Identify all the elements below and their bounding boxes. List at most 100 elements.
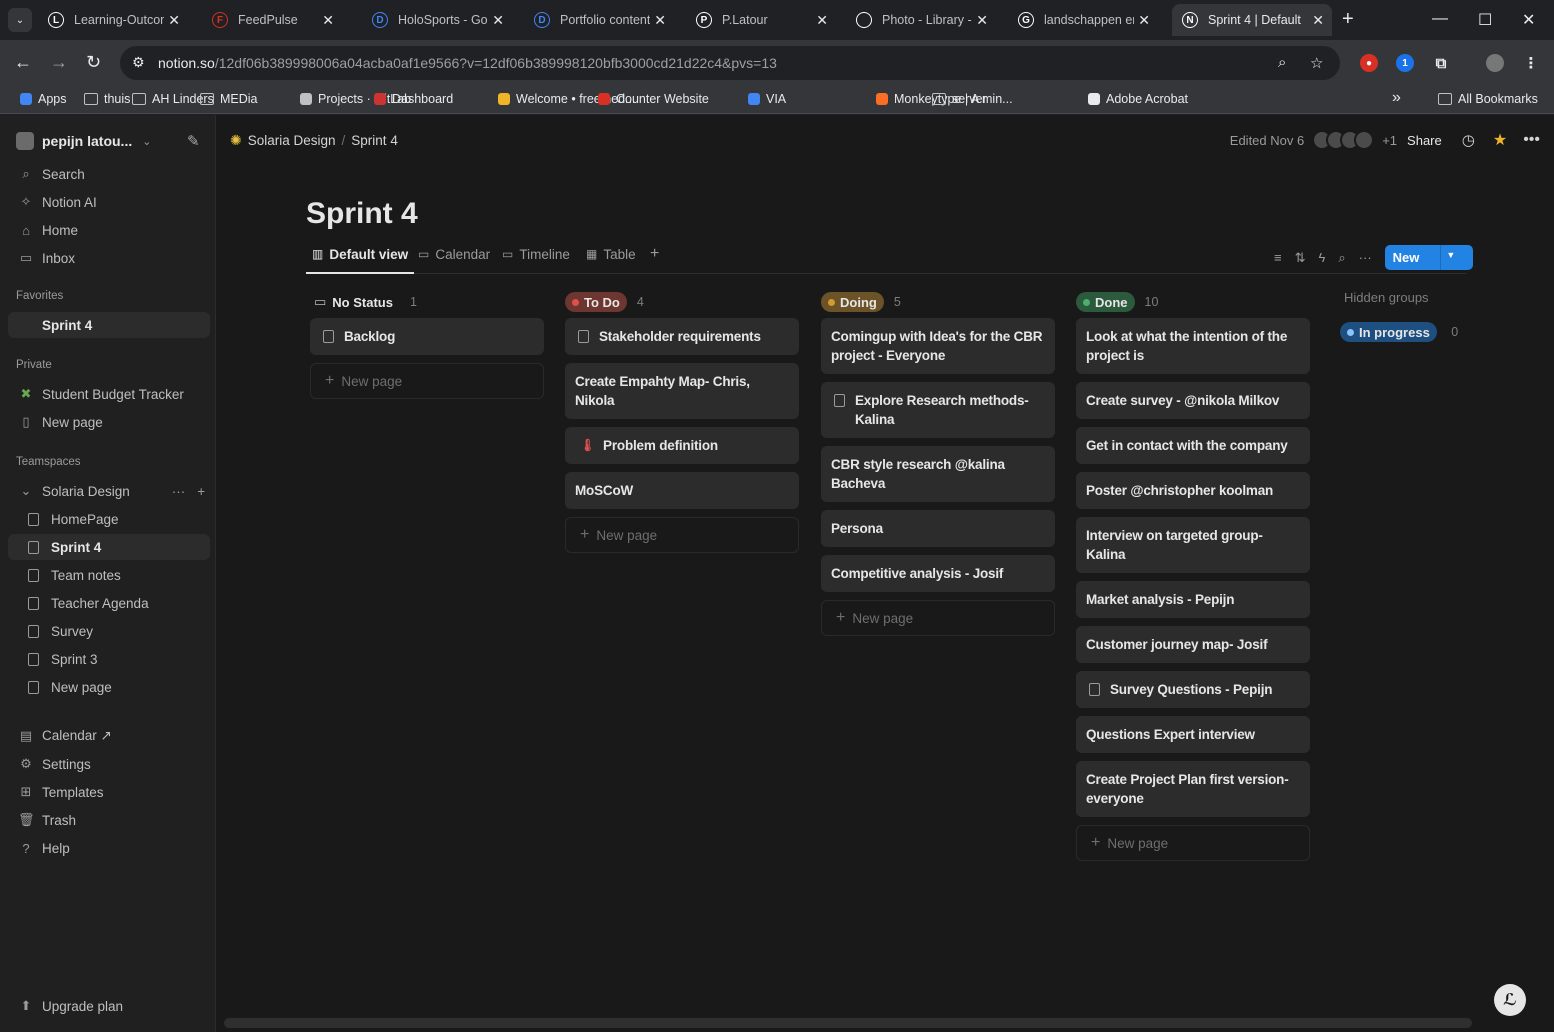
add-card-button[interactable]: + New page xyxy=(310,363,544,399)
automation-icon[interactable]: ϟ xyxy=(1319,250,1326,265)
tab-default-view[interactable]: ▥ Default view xyxy=(306,247,415,274)
profile-avatar[interactable] xyxy=(1486,54,1504,72)
collaborators-facepile[interactable] xyxy=(1312,130,1375,150)
close-tab-icon[interactable]: ✕ xyxy=(976,12,988,29)
board-card[interactable]: Backlog xyxy=(310,318,544,355)
board-card[interactable]: Questions Expert interview xyxy=(1076,716,1310,753)
new-page-compose-icon[interactable]: ✎ xyxy=(187,132,200,150)
tab-calendar[interactable]: ▭ Calendar xyxy=(418,247,490,274)
workspace-switcher[interactable]: pepijn latou... ⌄ xyxy=(16,132,151,150)
bookmark-item[interactable]: Apps xyxy=(20,92,67,106)
close-tab-icon[interactable]: ✕ xyxy=(654,12,666,29)
sidebar-item-private[interactable]: ▯ New page xyxy=(8,409,210,435)
close-tab-icon[interactable]: ✕ xyxy=(1312,12,1324,29)
browser-tab[interactable]: F FeedPulse ✕ xyxy=(202,4,342,36)
extensions-icon[interactable]: ⧉ xyxy=(1432,54,1450,72)
url-text[interactable]: notion.so/12df06b389998006a04acba0af1e95… xyxy=(158,55,777,71)
close-tab-icon[interactable]: ✕ xyxy=(322,12,334,29)
board-card[interactable]: Persona xyxy=(821,510,1055,547)
board-card[interactable]: Explore Research methods- Kalina xyxy=(821,382,1055,438)
board-card[interactable]: Interview on targeted group- Kalina xyxy=(1076,517,1310,573)
browser-tab[interactable]: N Sprint 4 | Default ✕ xyxy=(1172,4,1332,36)
board-card[interactable]: Competitive analysis - Josif xyxy=(821,555,1055,592)
board-card[interactable]: Create Empahty Map- Chris, Nikola xyxy=(565,363,799,419)
sidebar-item-team-page[interactable]: New page xyxy=(8,674,210,700)
column-header[interactable]: To Do 4 xyxy=(565,290,799,314)
tab-search-dropdown[interactable]: ⌄ xyxy=(8,8,32,32)
column-header[interactable]: Doing 5 xyxy=(821,290,1055,314)
bookmark-item[interactable]: Counter Website xyxy=(598,92,709,106)
board-card[interactable]: Market analysis - Pepijn xyxy=(1076,581,1310,618)
bookmark-item[interactable]: thuis xyxy=(84,92,130,106)
sidebar-item-home[interactable]: ⌂ Home xyxy=(8,217,210,243)
edited-timestamp[interactable]: Edited Nov 6 xyxy=(1230,133,1304,148)
browser-tab[interactable]: D HoloSports - Goo ✕ xyxy=(362,4,512,36)
back-button[interactable]: ← xyxy=(14,52,32,73)
add-card-button[interactable]: + New page xyxy=(1076,825,1310,861)
site-info-icon[interactable]: ⚙ xyxy=(132,54,145,71)
board-card[interactable]: Create Project Plan first version- every… xyxy=(1076,761,1310,817)
new-tab-button[interactable]: + xyxy=(1342,8,1354,31)
bookmarks-overflow-icon[interactable]: » xyxy=(1392,89,1401,107)
close-tab-icon[interactable]: ✕ xyxy=(1138,12,1150,29)
sidebar-item-private[interactable]: ✖ Student Budget Tracker xyxy=(8,381,210,407)
close-tab-icon[interactable]: ✕ xyxy=(168,12,180,29)
hidden-group-in-progress[interactable]: In progress 0 xyxy=(1340,322,1458,342)
sidebar-item-search[interactable]: ⌕ Search xyxy=(8,161,210,187)
share-button[interactable]: Share xyxy=(1407,133,1442,148)
chevron-down-icon[interactable]: ▼ xyxy=(1440,245,1460,270)
board-card[interactable]: 🌡 Problem definition xyxy=(565,427,799,464)
minimize-button[interactable]: — xyxy=(1432,10,1448,28)
tab-timeline[interactable]: ▭ Timeline xyxy=(502,247,570,274)
forward-button[interactable]: → xyxy=(50,52,68,73)
sort-icon[interactable]: ⇅ xyxy=(1295,250,1306,266)
breadcrumb-page[interactable]: Sprint 4 xyxy=(351,133,398,148)
sidebar-item-inbox[interactable]: ▭ Inbox xyxy=(8,245,210,271)
page-title[interactable]: Sprint 4 xyxy=(306,197,418,231)
password-extension-icon[interactable]: 1 xyxy=(1396,54,1414,72)
browser-tab[interactable]: Photo - Library - ✕ xyxy=(846,4,996,36)
view-settings-icon[interactable]: ··· xyxy=(1359,250,1372,265)
zoom-icon[interactable]: ⌕ xyxy=(1278,54,1286,71)
sidebar-item-templates[interactable]: ⊞ Templates xyxy=(8,779,210,805)
sidebar-item-help[interactable]: ? Help xyxy=(8,835,210,861)
browser-tab[interactable]: P P.Latour ✕ xyxy=(686,4,836,36)
sidebar-item-team-page[interactable]: Team notes xyxy=(8,562,210,588)
bookmark-item[interactable]: All Bookmarks xyxy=(1438,92,1538,106)
chevron-down-icon[interactable]: ⌄ xyxy=(18,483,34,499)
notion-ai-fab[interactable]: ℒ xyxy=(1494,984,1526,1016)
more-options-icon[interactable]: ••• xyxy=(1523,131,1540,149)
sidebar-item-settings[interactable]: ⚙ Settings xyxy=(8,751,210,777)
tab-table[interactable]: ▦ Table xyxy=(586,247,636,274)
upgrade-plan-button[interactable]: ⬆ Upgrade plan xyxy=(8,993,210,1019)
adblock-extension-icon[interactable]: ● xyxy=(1360,54,1378,72)
sidebar-item-team-page[interactable]: Teacher Agenda xyxy=(8,590,210,616)
search-icon[interactable]: ⌕ xyxy=(1338,250,1345,266)
board-card[interactable]: Survey Questions - Pepijn xyxy=(1076,671,1310,708)
browser-menu-icon[interactable]: ⋮ xyxy=(1522,54,1540,72)
breadcrumb-workspace[interactable]: Solaria Design xyxy=(248,133,336,148)
close-tab-icon[interactable]: ✕ xyxy=(816,12,828,29)
address-bar[interactable]: ⚙ notion.so/12df06b389998006a04acba0af1e… xyxy=(120,46,1340,80)
bookmark-item[interactable]: Adobe Acrobat xyxy=(1088,92,1188,106)
browser-tab[interactable]: D Portfolio content ✕ xyxy=(524,4,674,36)
sidebar-teamspace-solaria-design[interactable]: ⌄ Solaria Design ··· + xyxy=(8,478,210,504)
bookmark-item[interactable]: server xyxy=(932,92,987,106)
sidebar-item-notion-ai[interactable]: ✧ Notion AI xyxy=(8,189,210,215)
column-header[interactable]: Done 10 xyxy=(1076,290,1310,314)
browser-tab[interactable]: L Learning-Outcom ✕ xyxy=(38,4,188,36)
browser-tab[interactable]: Glandschappen en ✕ xyxy=(1008,4,1158,36)
board-card[interactable]: Customer journey map- Josif xyxy=(1076,626,1310,663)
sidebar-item-calendar[interactable]: ▤ Calendar ↗ xyxy=(8,723,210,749)
add-card-button[interactable]: + New page xyxy=(821,600,1055,636)
column-header[interactable]: ▭ No Status 1 xyxy=(310,290,544,314)
sidebar-item-team-page[interactable]: Sprint 3 xyxy=(8,646,210,672)
add-view-button[interactable]: + xyxy=(650,245,659,272)
board-card[interactable]: Comingup with Idea's for the CBR project… xyxy=(821,318,1055,374)
maximize-button[interactable]: ☐ xyxy=(1478,10,1492,30)
sidebar-item-favorite-sprint-4[interactable]: Sprint 4 xyxy=(8,312,210,338)
horizontal-scrollbar[interactable] xyxy=(224,1018,1472,1028)
board-card[interactable]: MoSCoW xyxy=(565,472,799,509)
bookmark-item[interactable]: MEDia xyxy=(200,92,258,106)
sidebar-item-team-page[interactable]: HomePage xyxy=(8,506,210,532)
